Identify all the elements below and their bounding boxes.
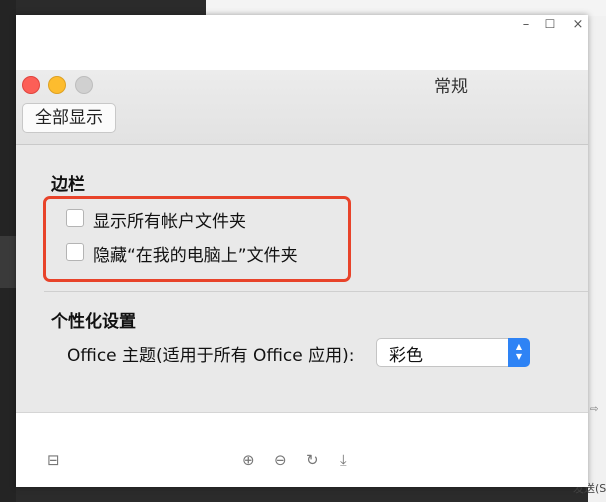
rotate-icon[interactable]: ↻ (306, 451, 319, 469)
sidebar-section-heading: 边栏 (51, 175, 85, 195)
background-left-strip (0, 236, 16, 288)
background-arrow-icon: ⇨ (590, 404, 599, 415)
hide-on-my-computer-checkbox[interactable] (66, 243, 84, 261)
preferences-title: 常规 (434, 77, 468, 97)
show-all-account-folders-checkbox[interactable] (66, 209, 84, 227)
preferences-screenshot: 常规 全部显示 边栏 显示所有帐户文件夹 隐藏“在我的电脑上”文件夹 个性化设置… (16, 70, 588, 413)
zoom-out-icon[interactable]: ⊖ (274, 451, 287, 469)
close-icon[interactable]: × (570, 17, 586, 32)
minimize-traffic-light-icon[interactable] (48, 76, 66, 94)
section-divider (44, 291, 588, 292)
checkbox-label: 隐藏“在我的电脑上”文件夹 (93, 246, 298, 266)
office-theme-value: 彩色 (389, 346, 423, 366)
minimize-icon[interactable]: – (518, 17, 534, 32)
checkbox-label: 显示所有帐户文件夹 (93, 212, 246, 232)
zoom-in-icon[interactable]: ⊕ (242, 451, 255, 469)
maximize-icon[interactable]: ☐ (542, 17, 558, 31)
preferences-titlebar: 常规 全部显示 (16, 70, 588, 145)
background-top-strip (206, 0, 606, 16)
download-icon[interactable]: ⤓ (340, 451, 347, 469)
office-theme-select[interactable]: 彩色 ▲ ▼ (376, 338, 530, 367)
office-theme-label: Office 主题(适用于所有 Office 应用): (67, 346, 355, 366)
personalize-section-heading: 个性化设置 (51, 312, 136, 332)
close-traffic-light-icon[interactable] (22, 76, 40, 94)
show-all-button[interactable]: 全部显示 (22, 103, 116, 133)
zoom-traffic-light-icon[interactable] (75, 76, 93, 94)
image-viewer-window: – ☐ × 常规 全部显示 边栏 显示所有帐户文件夹 隐藏“在我的电脑上”文件夹… (16, 15, 588, 487)
background-right-panel (588, 0, 606, 502)
select-stepper-icon[interactable]: ▲ ▼ (508, 338, 530, 367)
panel-toggle-icon[interactable]: ⊟ (47, 451, 60, 469)
